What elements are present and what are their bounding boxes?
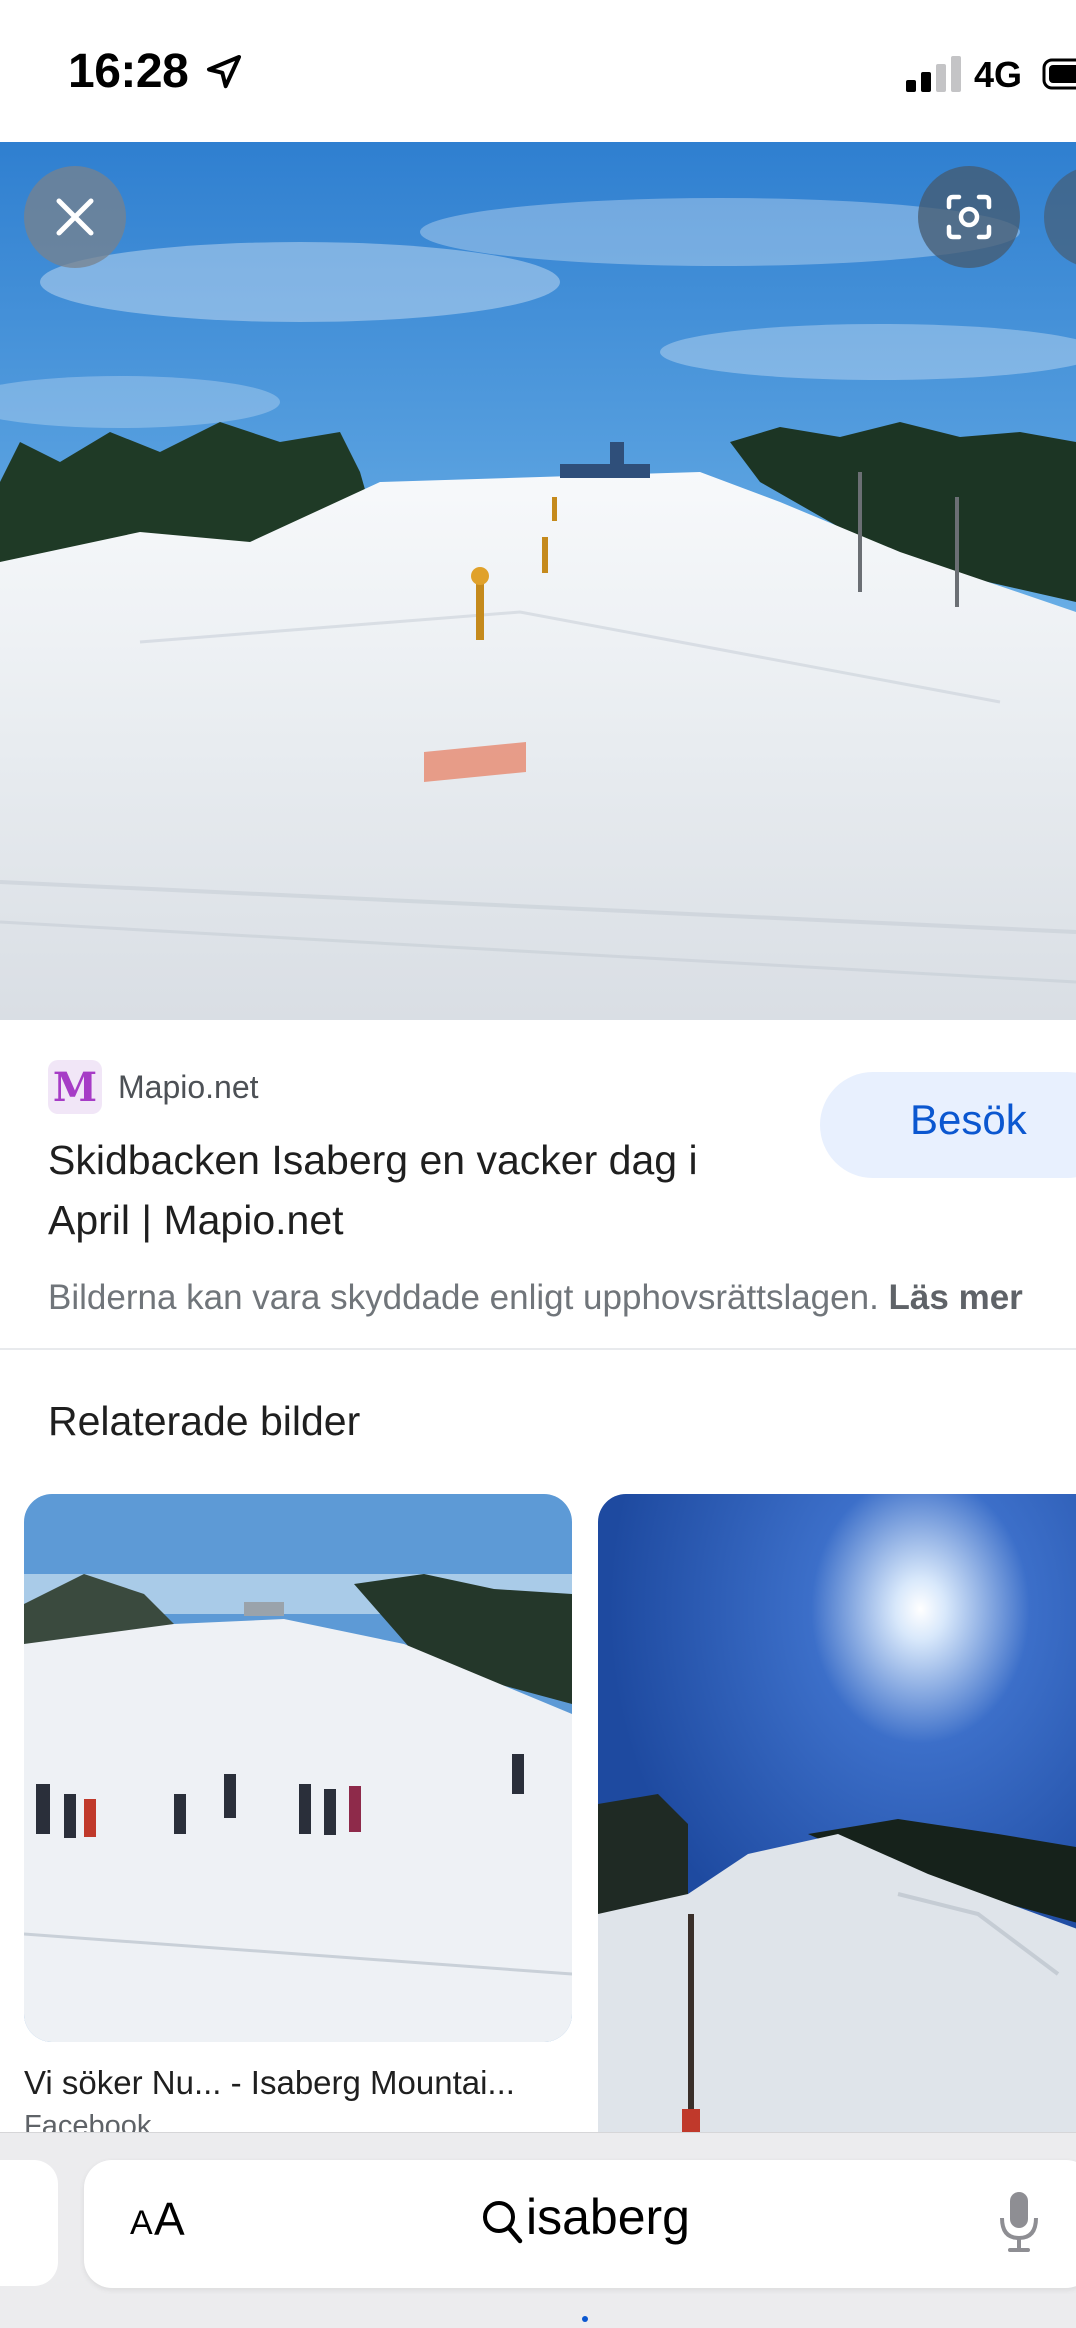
- source-favicon: M: [48, 1060, 102, 1114]
- network-type: 4G: [974, 54, 1023, 95]
- related-images-heading: Relaterade bilder: [48, 1398, 361, 1444]
- battery-icon: [1042, 58, 1076, 90]
- disclaimer-text: Bilderna kan vara skyddade enligt upphov…: [48, 1278, 879, 1317]
- lens-search-button[interactable]: [918, 166, 1020, 268]
- source-row[interactable]: M Mapio.net: [48, 1060, 259, 1114]
- status-bar: 16:28 4G: [0, 0, 1076, 142]
- source-name: Mapio.net: [118, 1068, 259, 1105]
- related-image-1[interactable]: [24, 1494, 572, 2042]
- status-time: 16:28: [68, 45, 189, 98]
- home-indicator-dot: [582, 2316, 588, 2322]
- lens-icon: [946, 194, 992, 240]
- close-icon: [56, 198, 94, 236]
- divider: [0, 1348, 1076, 1350]
- related-image-1-caption[interactable]: Vi söker Nu... - Isaberg Mountai...: [24, 2064, 515, 2102]
- related-image-2[interactable]: [598, 1494, 1076, 2134]
- ski-slope-image: [0, 142, 1076, 1020]
- copyright-disclaimer: Bilderna kan vara skyddade enligt upphov…: [48, 1278, 1076, 1318]
- search-icon: [483, 2201, 523, 2244]
- address-text[interactable]: isaberg: [526, 2188, 690, 2246]
- visit-button-label[interactable]: Besök: [910, 1096, 1027, 1144]
- cellular-signal-icon: [906, 56, 961, 92]
- result-title[interactable]: Skidbacken Isaberg en vacker dag i April…: [48, 1130, 788, 1250]
- main-image[interactable]: [0, 142, 1076, 1020]
- close-button[interactable]: [24, 166, 126, 268]
- page: 16:28 4G M Mapio.net Besök Skidbacken Is…: [0, 0, 1076, 2328]
- mic-icon[interactable]: [998, 2190, 1040, 2254]
- location-arrow-icon: [207, 55, 241, 89]
- page-settings-small-a[interactable]: A: [130, 2204, 153, 2243]
- previous-tab-preview[interactable]: [0, 2160, 58, 2286]
- page-settings-large-a[interactable]: A: [154, 2192, 185, 2246]
- related-image-1-picture: [24, 1494, 572, 2042]
- related-image-2-picture: [598, 1494, 1076, 2134]
- read-more-link[interactable]: Läs mer: [889, 1278, 1023, 1317]
